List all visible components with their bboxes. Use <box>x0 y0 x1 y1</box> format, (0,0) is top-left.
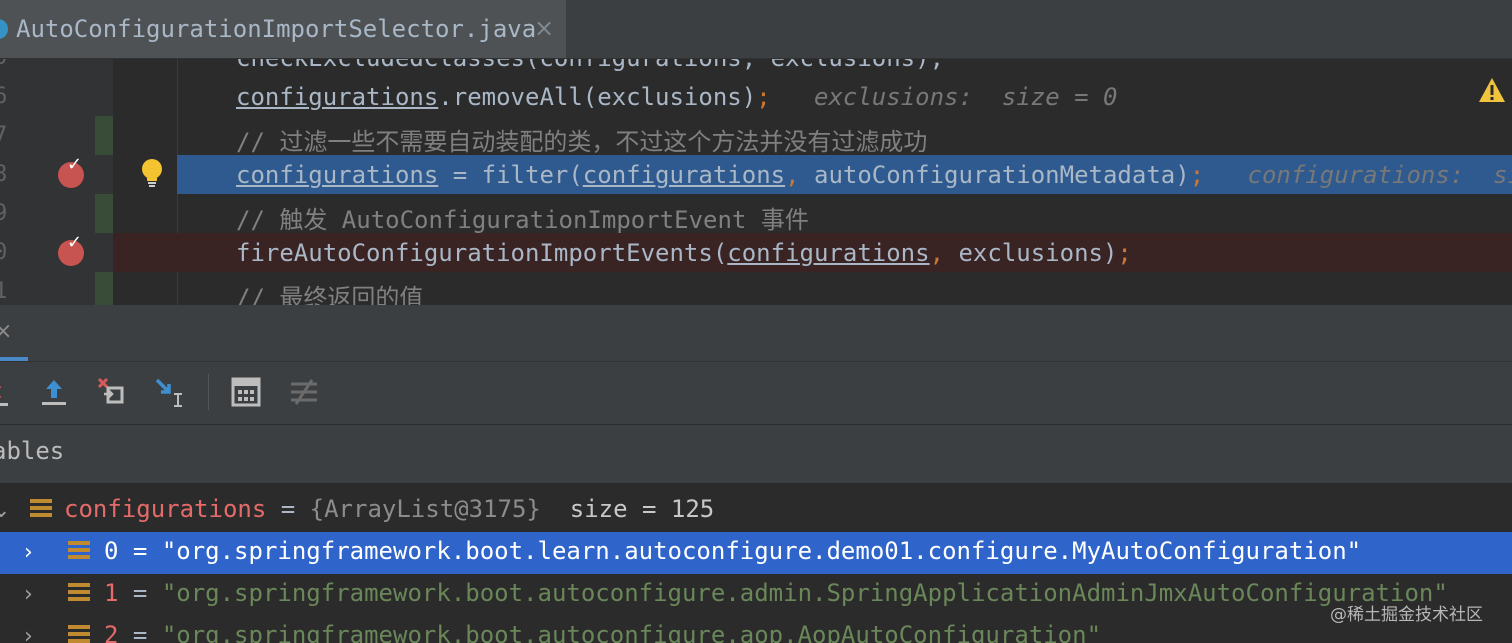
code-line: 1 // 最终返回的值 <box>0 272 1512 305</box>
variable-entry: 2 = "org.springframework.boot.autoconfig… <box>104 621 1101 643</box>
element-index: 2 <box>104 621 119 643</box>
expand-arrow-icon[interactable]: › <box>24 582 33 607</box>
java-file-icon <box>0 19 8 39</box>
variable-entry: configurations = {ArrayList@3175} size =… <box>64 495 714 523</box>
close-icon[interactable]: × <box>0 319 12 344</box>
field-icon <box>68 541 90 563</box>
line-number: 9 <box>0 201 8 226</box>
editor-tab-bar: AutoConfigurationImportSelector.java × <box>0 0 1512 59</box>
line-number: 7 <box>0 123 8 148</box>
debug-panel-header: × <box>0 305 1512 362</box>
code-line: 5 checkExcludedClasses(configurations, e… <box>0 59 1512 77</box>
step-into-icon[interactable] <box>0 376 18 408</box>
semicolon: ; <box>1117 239 1132 267</box>
element-value: "org.springframework.boot.learn.autoconf… <box>161 537 1362 565</box>
tree-row[interactable]: ⌄ configurations = {ArrayList@3175} size… <box>0 490 1512 532</box>
element-index: 0 <box>104 537 119 565</box>
code-comment: // 触发 AutoConfigurationImportEvent 事件 <box>236 206 809 234</box>
active-tab-indicator <box>0 357 28 361</box>
variables-tree[interactable]: ⌄ configurations = {ArrayList@3175} size… <box>0 483 1512 643</box>
variable-ref[interactable]: configurations <box>583 161 785 189</box>
code-text: checkExcludedClasses(configurations, exc… <box>236 59 944 72</box>
variables-title: ables <box>0 437 65 465</box>
expand-arrow-icon[interactable]: › <box>24 540 33 565</box>
field-icon <box>30 499 52 521</box>
code-comment: // 过滤一些不需要自动装配的类，不过这个方法并没有过滤成功 <box>236 128 928 156</box>
code-text: fireAutoConfigurationImportEvents(config… <box>236 239 1132 267</box>
variable-size: size = 125 <box>569 495 715 523</box>
trace-stream-icon[interactable] <box>288 376 320 408</box>
equals-sign: = <box>118 537 162 565</box>
variable-entry: 1 = "org.springframework.boot.autoconfig… <box>104 579 1448 607</box>
step-out-icon[interactable] <box>38 376 70 408</box>
variables-header: ables <box>0 425 1512 483</box>
element-value: "org.springframework.boot.autoconfigure.… <box>161 621 1102 643</box>
line-number: 8 <box>0 162 8 187</box>
comma: , <box>929 239 945 267</box>
field-icon <box>68 625 90 643</box>
toolbar-separator <box>208 374 209 410</box>
code-line: 6 configurations.removeAll(exclusions); … <box>0 77 1512 116</box>
debugger-toolbar <box>0 362 1512 425</box>
tree-row[interactable]: › 2 = "org.springframework.boot.autoconf… <box>0 616 1512 643</box>
variable-name: configurations <box>64 495 267 523</box>
tree-row-selected[interactable]: › 0 = "org.springframework.boot.learn.au… <box>0 532 1512 574</box>
line-number: 6 <box>0 84 8 109</box>
element-index: 1 <box>104 579 119 607</box>
code-comment: // 最终返回的值 <box>236 284 424 305</box>
equals-sign: = <box>266 495 310 523</box>
lightbulb-icon[interactable] <box>140 158 164 188</box>
expand-arrow-icon[interactable]: › <box>24 624 33 643</box>
equals-sign: = <box>118 621 162 643</box>
breakpoint-line: 0 fireAutoConfigurationImportEvents(conf… <box>0 232 1512 272</box>
warning-icon[interactable] <box>1478 77 1506 103</box>
variable-entry: 0 = "org.springframework.boot.learn.auto… <box>104 537 1361 565</box>
method-call: fireAutoConfigurationImportEvents( <box>236 239 728 267</box>
element-value: "org.springframework.boot.autoconfigure.… <box>161 579 1448 607</box>
variable-ref[interactable]: configurations <box>236 161 438 189</box>
line-number: 1 <box>0 279 8 304</box>
code-fragment: exclusions) <box>944 239 1118 267</box>
method-call: .removeAll(exclusions) <box>438 83 757 111</box>
variable-type: {ArrayList@3175} <box>309 495 541 523</box>
tree-row[interactable]: › 1 = "org.springframework.boot.autoconf… <box>0 574 1512 616</box>
variable-ref[interactable]: configurations <box>236 83 438 111</box>
inline-debug-value: configurations: size = <box>1247 161 1512 189</box>
line-number: 5 <box>0 59 7 70</box>
breakpoint-icon[interactable] <box>58 154 84 188</box>
code-text: configurations.removeAll(exclusions); ex… <box>236 83 1117 111</box>
code-line: 9 // 触发 AutoConfigurationImportEvent 事件 <box>0 194 1512 234</box>
inline-debug-value: exclusions: size = 0 <box>814 83 1118 111</box>
watermark: @稀土掘金技术社区 <box>1330 605 1483 625</box>
comma: , <box>785 161 800 189</box>
tab-title: AutoConfigurationImportSelector.java <box>16 15 537 43</box>
breakpoint-icon[interactable] <box>58 232 84 266</box>
code-line: 7 // 过滤一些不需要自动装配的类，不过这个方法并没有过滤成功 <box>0 116 1512 156</box>
code-text: configurations = filter(configurations, … <box>236 161 1512 189</box>
variable-ref[interactable]: configurations <box>727 239 929 267</box>
run-to-cursor-icon[interactable] <box>154 376 186 408</box>
code-fragment: autoConfigurationMetadata) <box>799 161 1190 189</box>
semicolon: ; <box>1189 161 1205 189</box>
editor-tab[interactable]: AutoConfigurationImportSelector.java × <box>0 0 566 58</box>
close-icon[interactable]: × <box>534 14 554 42</box>
semicolon: ; <box>756 83 771 111</box>
equals-sign: = <box>118 579 162 607</box>
current-execution-line: 8 configurations = filter(configurations… <box>0 154 1512 194</box>
code-fragment: = filter( <box>438 161 583 189</box>
line-number: 0 <box>0 240 8 265</box>
evaluate-expression-icon[interactable] <box>230 376 262 408</box>
field-icon <box>68 583 90 605</box>
code-editor[interactable]: 5 checkExcludedClasses(configurations, e… <box>0 59 1512 305</box>
drop-frame-icon[interactable] <box>96 376 128 408</box>
expand-arrow-icon[interactable]: ⌄ <box>0 498 10 523</box>
